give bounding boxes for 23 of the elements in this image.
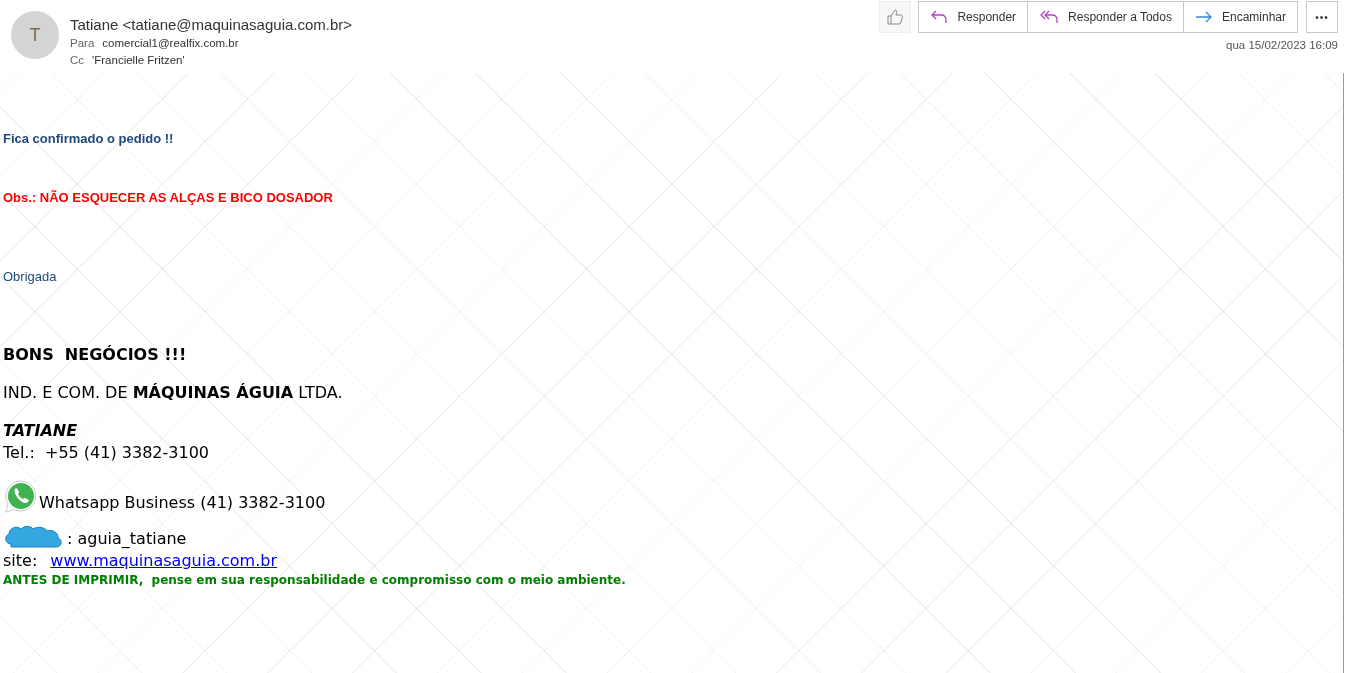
cc-label: Cc — [70, 53, 85, 68]
signature-name: TATIANE — [3, 420, 78, 442]
company-name: IND. E COM. DE MÁQUINAS ÁGUIA LTDA. — [3, 382, 343, 404]
chat-contact: : aguia_tatiane — [67, 528, 187, 550]
signature-motto: BONS NEGÓCIOS !!! — [3, 344, 187, 366]
environment-notice: ANTES DE IMPRIMIR, pense em sua responsabilidade e compromisso com o meio ambiente. — [3, 572, 626, 588]
more-options-button[interactable]: ••• — [1306, 1, 1338, 33]
closing-text: Obrigada — [3, 269, 57, 284]
whatsapp-contact: Whatsapp Business (41) 3382-3100 — [39, 492, 326, 514]
message-note: Obs.: NÃO ESQUECER AS ALÇAS E BICO DOSADOR — [3, 190, 333, 205]
website-link[interactable]: www.maquinasaguia.com.br — [50, 550, 277, 572]
reply-button[interactable]: Responder — [918, 1, 1029, 33]
sender-name: Tatiane <tatiane@maquinasaguia.com.br> — [70, 16, 353, 33]
avatar: T — [11, 11, 59, 59]
forward-button[interactable]: Encaminhar — [1183, 1, 1298, 33]
reply-all-button[interactable]: Responder a Todos — [1028, 1, 1184, 33]
to-label: Para — [70, 36, 95, 51]
website-label: site: — [3, 550, 38, 572]
recipient-address: comercial1@realfix.com.br — [102, 36, 239, 51]
sent-date: qua 15/02/2023 16:09 — [1226, 39, 1338, 51]
phone-number: Tel.: +55 (41) 3382-3100 — [3, 442, 209, 464]
message-text: Fica confirmado o pedido !! — [3, 131, 174, 146]
cc-recipient: 'Francielle Fritzen' — [92, 53, 185, 68]
